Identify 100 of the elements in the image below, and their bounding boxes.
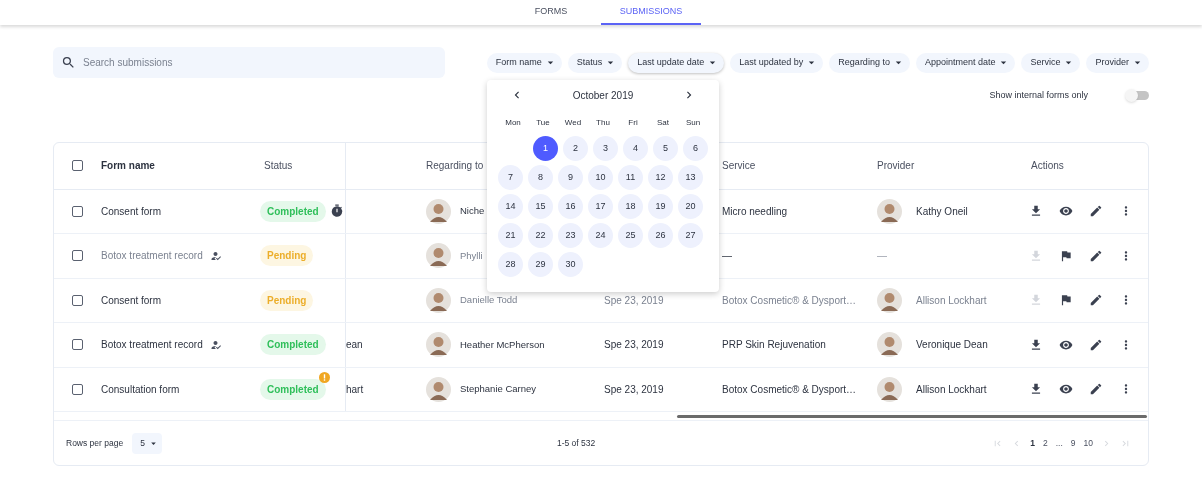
calendar-day[interactable]: 13 [678,165,703,190]
calendar-day[interactable]: 7 [498,165,523,190]
filter-chip[interactable]: Appointment date [915,52,1016,73]
calendar-day[interactable]: 27 [678,223,703,248]
calendar-day[interactable]: 6 [683,136,708,161]
table-cell-text: — [877,249,887,264]
checkbox[interactable] [72,160,83,171]
avatar [426,243,451,269]
flag-icon[interactable] [1059,293,1073,308]
table-cell: hart [346,383,364,395]
weekday-label: Mon [505,117,521,129]
calendar-day[interactable]: 8 [528,165,553,190]
scrollbar[interactable] [677,414,1147,418]
table-cell: Phylli [460,248,483,263]
calendar-day[interactable]: 18 [618,194,643,219]
calendar-day[interactable]: 26 [648,223,673,248]
edit-icon[interactable] [1089,204,1103,219]
checkbox[interactable] [72,250,83,262]
download-icon[interactable] [1029,382,1043,397]
table-cell: PRP Skin Rejuvenation [722,339,826,351]
calendar-day[interactable]: 3 [593,136,618,161]
search-icon [61,55,76,70]
calendar-day[interactable]: 30 [558,252,583,277]
calendar-day[interactable]: 4 [623,136,648,161]
weekday-label: Sun [685,117,701,129]
calendar-day[interactable]: 25 [618,223,643,248]
calendar-day[interactable]: 15 [528,194,553,219]
table-cell: Botox Cosmetic® & Dysport… [722,294,857,306]
table-cell-text: Allison Lockhart [916,382,987,397]
checkbox[interactable] [72,383,83,395]
page-link[interactable]: ... [1055,436,1063,450]
tab[interactable]: FORMS [501,0,601,25]
calendar-day[interactable]: 12 [648,165,673,190]
calendar-day[interactable]: 16 [558,194,583,219]
toggle-label: Show internal forms only [989,89,1088,102]
calendar-day[interactable]: 29 [528,252,553,277]
calendar-day[interactable]: 10 [588,165,613,190]
column-header: Form name [101,160,155,171]
tab[interactable]: SUBMISSIONS [601,0,701,25]
avatar [426,198,451,224]
avatar [877,198,902,224]
filter-chip[interactable]: Last update date [628,52,725,73]
filter-chip[interactable]: Last updated by [730,52,824,73]
column-header: Service [722,160,756,171]
page-link[interactable]: 2 [1042,436,1048,450]
toggle-switch[interactable] [1126,91,1149,101]
table-cell-text: Consent form [101,204,162,219]
calendar-day[interactable]: 17 [588,194,613,219]
calendar-day[interactable]: 23 [558,223,583,248]
download-icon[interactable] [1029,204,1043,219]
calendar-day[interactable]: 11 [618,165,643,190]
filter-chip[interactable]: Form name [486,52,562,73]
table-cell-text: Consent form [101,293,162,308]
edit-icon[interactable] [1089,382,1103,397]
filter-chip[interactable]: Service [1021,52,1081,73]
calendar-day[interactable]: 24 [588,223,613,248]
calendar-day[interactable]: 2 [563,136,588,161]
calendar-day[interactable]: 22 [528,223,553,248]
checkbox[interactable] [72,294,83,306]
status-pill: Completed [260,334,326,356]
table-cell: Spe 23, 2019 [604,294,664,306]
column-header: Regarding to [426,160,484,171]
edit-icon[interactable] [1089,248,1103,263]
checkbox[interactable] [72,339,83,351]
calendar-day[interactable]: 28 [498,252,523,277]
filter-chip[interactable]: Status [567,52,623,73]
filter-chip[interactable]: Regarding to [829,52,910,73]
table-cell-text: Kathy Oneil [916,204,968,219]
status-pill: Completed [260,378,326,400]
avatar [426,287,451,313]
calendar-day[interactable]: 1 [533,136,558,161]
page-link[interactable]: 10 [1083,436,1093,450]
column-header: Provider [877,160,915,171]
table-cell-text: Consultation form [101,382,180,397]
calendar-day[interactable]: 9 [558,165,583,190]
calendar-day[interactable]: 19 [648,194,673,219]
table-cell-text: Veronique Dean [916,338,988,353]
calendar-day[interactable]: 14 [498,194,523,219]
flag-icon[interactable] [1059,248,1073,263]
table-cell: Spe 23, 2019 [604,339,664,351]
edit-icon[interactable] [1089,293,1103,308]
calendar-day[interactable]: 21 [498,223,523,248]
search-field[interactable]: Search submissions [53,47,445,78]
filter-chip[interactable]: Provider [1086,52,1149,73]
edit-icon[interactable] [1089,337,1103,352]
rows-per-page-select[interactable]: 5 [132,432,162,454]
download-icon[interactable] [1029,337,1043,352]
column-header: Status [264,159,293,173]
table-cell: Stephanie Carney [460,382,537,397]
weekday-label: Thu [596,117,610,129]
page-link[interactable]: 9 [1070,436,1076,450]
table-cell: Micro needling [722,205,788,217]
month-title: October 2019 [572,88,634,103]
calendar-day[interactable]: 5 [653,136,678,161]
page-link[interactable]: 1 [1030,436,1035,450]
weekday-label: Sat [657,117,669,129]
avatar [426,332,451,358]
checkbox[interactable] [72,205,83,217]
table-cell-text: Allison Lockhart [916,293,987,308]
calendar-day[interactable]: 20 [678,194,703,219]
